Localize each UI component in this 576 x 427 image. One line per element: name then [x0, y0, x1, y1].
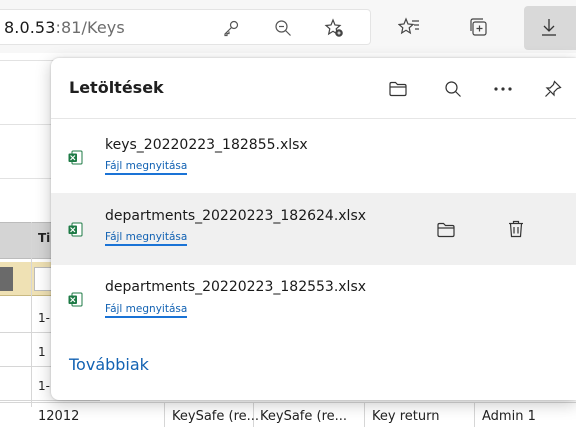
table-cell: 1- [38, 311, 50, 325]
open-file-link[interactable]: Fájl megnyitása [105, 231, 188, 246]
table-cell: 1- [38, 379, 50, 393]
see-more-link[interactable]: Továbbiak [69, 355, 149, 374]
table-column-divider [31, 222, 32, 407]
open-file-link[interactable]: Fájl megnyitása [105, 160, 188, 175]
download-item[interactable]: departments_20220223_182553.xlsx Fájl me… [51, 266, 576, 338]
table-row-divider [0, 400, 100, 401]
excel-file-icon [68, 292, 83, 307]
download-item[interactable]: keys_20220223_182855.xlsx Fájl megnyitás… [51, 120, 576, 192]
show-in-folder-icon[interactable] [431, 215, 461, 245]
table-cell: 1 [38, 345, 46, 359]
download-icon [538, 16, 560, 42]
download-filename: keys_20220223_182855.xlsx [105, 137, 308, 153]
url-path: :81/Keys [55, 18, 125, 37]
table-cell: KeySafe (re... [260, 409, 348, 424]
download-filename: departments_20220223_182553.xlsx [105, 279, 367, 295]
url-text: 8.0.53:81/Keys [4, 18, 125, 37]
search-icon[interactable] [438, 74, 468, 104]
table-cell-id: 12012 [38, 409, 80, 424]
folder-icon[interactable] [383, 74, 413, 104]
delete-icon[interactable] [501, 214, 531, 244]
page-divider [0, 124, 55, 125]
page-divider [0, 60, 55, 61]
downloads-flyout: Letöltések keys_20220223_182855.xlsx Fáj… [51, 58, 576, 400]
table-column-divider [474, 402, 475, 427]
zoom-out-icon[interactable] [268, 13, 298, 43]
table-column-divider [164, 402, 165, 427]
table-cell: KeySafe (re... [172, 409, 260, 424]
flyout-divider [51, 118, 576, 119]
open-file-link[interactable]: Fájl megnyitása [105, 303, 188, 318]
table-column-divider [364, 402, 365, 427]
download-item[interactable]: departments_20220223_182624.xlsx Fájl me… [51, 193, 576, 265]
downloads-button[interactable] [524, 6, 576, 50]
pin-icon[interactable] [538, 74, 568, 104]
filter-toggle[interactable] [0, 267, 13, 291]
collections-icon[interactable] [464, 12, 494, 42]
download-filename: departments_20220223_182624.xlsx [105, 208, 367, 224]
favorites-icon[interactable] [394, 12, 424, 42]
table-cell: Admin 1 [482, 409, 536, 424]
table-header-label: Ti [38, 231, 51, 245]
url-host: 8.0.53 [4, 18, 56, 37]
favorite-add-icon[interactable] [319, 13, 349, 43]
table-cell: Key return [372, 409, 440, 424]
excel-file-icon [68, 150, 83, 165]
table-row-divider [0, 402, 576, 403]
page-divider [0, 178, 55, 179]
more-icon[interactable] [488, 74, 518, 104]
browser-toolbar: 8.0.53:81/Keys [0, 0, 576, 53]
address-bar[interactable]: 8.0.53:81/Keys [0, 9, 371, 45]
key-icon[interactable] [216, 13, 246, 43]
excel-file-icon [68, 222, 83, 237]
downloads-title: Letöltések [69, 78, 164, 97]
